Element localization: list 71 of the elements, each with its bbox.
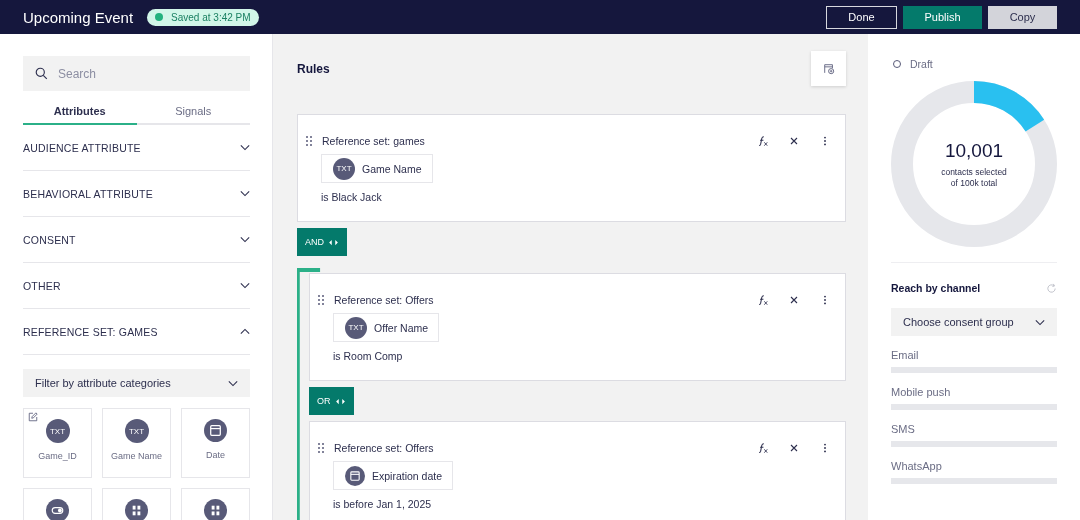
add-rule-button[interactable]: [811, 51, 846, 86]
channel-name: Email: [891, 349, 920, 361]
rule-condition: is before Jan 1, 2025: [333, 498, 433, 510]
operator-toggle[interactable]: OR: [309, 387, 354, 415]
calendar-add-icon: [822, 62, 835, 75]
accordion-header[interactable]: AUDIENCE ATTRIBUTE: [23, 125, 250, 171]
header-button[interactable]: Done: [826, 5, 897, 29]
close-icon[interactable]: [788, 294, 800, 306]
function-icon[interactable]: [757, 442, 769, 454]
section-title: Rules: [297, 61, 330, 76]
rule-condition: is Black Jack: [321, 191, 383, 203]
status-label: Draft: [910, 58, 933, 70]
attribute-tile[interactable]: Date: [181, 408, 250, 478]
accordion-header[interactable]: BEHAVIORAL ATTRIBUTE: [23, 171, 250, 217]
attribute-tile[interactable]: TXT Game_ID: [23, 408, 92, 478]
filter-dropdown[interactable]: Filter by attribute categories: [23, 369, 250, 397]
save-status-badge: Saved at 3:42 PM: [147, 8, 259, 26]
rule-title: Reference set: Offers: [334, 294, 434, 306]
attribute-chip[interactable]: TXT Offer Name: [333, 313, 440, 342]
left-right-caret-icon: [328, 238, 339, 246]
left-right-caret-icon: [334, 397, 346, 405]
close-icon[interactable]: [788, 135, 800, 147]
tile-label: Game Name: [111, 451, 162, 461]
accordion-header[interactable]: REFERENCE SET: GAMES: [23, 309, 250, 355]
contacts-caption: contacts selected: [941, 166, 1007, 178]
consent-group-dropdown[interactable]: Choose consent group: [891, 308, 1057, 336]
tile-label: Date: [206, 450, 225, 460]
header-button[interactable]: Publish: [903, 5, 982, 29]
function-icon[interactable]: [757, 294, 769, 306]
tab[interactable]: Attributes: [23, 99, 137, 125]
rule-title: Reference set: Offers: [334, 442, 434, 454]
attribute-chip[interactable]: TXT Game Name: [321, 154, 433, 183]
text-type-icon: TXT: [345, 316, 367, 339]
contacts-count: 10,001: [944, 139, 1004, 162]
drag-handle-icon[interactable]: [318, 443, 324, 453]
tile-label: Game_ID: [38, 451, 77, 461]
accordion-header[interactable]: OTHER: [23, 263, 250, 309]
header-button[interactable]: Copy: [988, 5, 1057, 29]
page-title: Upcoming Event: [23, 8, 134, 26]
rule-condition: is Room Comp: [333, 350, 404, 362]
text-type-icon: TXT: [333, 157, 355, 180]
attribute-tile[interactable]: TXT Game Name: [102, 408, 171, 478]
operator-toggle[interactable]: AND: [297, 228, 347, 256]
calendar-icon: [345, 465, 365, 486]
rule-title: Reference set: games: [322, 135, 425, 147]
text-type-icon: TXT: [124, 419, 149, 443]
attribute-name: Expiration date: [372, 469, 443, 482]
tab[interactable]: Signals: [136, 99, 250, 125]
reach-title: Reach by channel: [891, 282, 981, 294]
channel-name: WhatsApp: [891, 460, 943, 472]
attribute-name: Game Name: [362, 162, 422, 175]
text-type-icon: TXT: [45, 419, 70, 443]
chevron-down-icon: [1035, 318, 1045, 326]
attribute-chip[interactable]: Expiration date: [333, 461, 454, 490]
search-icon: [35, 67, 48, 80]
toggle-icon: [46, 499, 69, 520]
number-icon: [125, 499, 148, 520]
number-icon: [204, 499, 227, 520]
calendar-icon: [204, 419, 227, 442]
drag-handle-icon[interactable]: [318, 295, 324, 305]
search-field[interactable]: Search: [23, 56, 250, 91]
drag-handle-icon[interactable]: [306, 136, 312, 146]
chevron-down-icon: [228, 379, 238, 387]
accordion-header[interactable]: CONSENT: [23, 217, 250, 263]
edit-icon[interactable]: [28, 412, 38, 422]
close-icon[interactable]: [788, 442, 800, 454]
function-icon[interactable]: [757, 135, 769, 147]
contacts-total: of 100k total: [950, 177, 998, 189]
channel-name: SMS: [891, 423, 916, 435]
attribute-name: Offer Name: [374, 321, 429, 334]
channel-name: Mobile push: [891, 386, 952, 398]
